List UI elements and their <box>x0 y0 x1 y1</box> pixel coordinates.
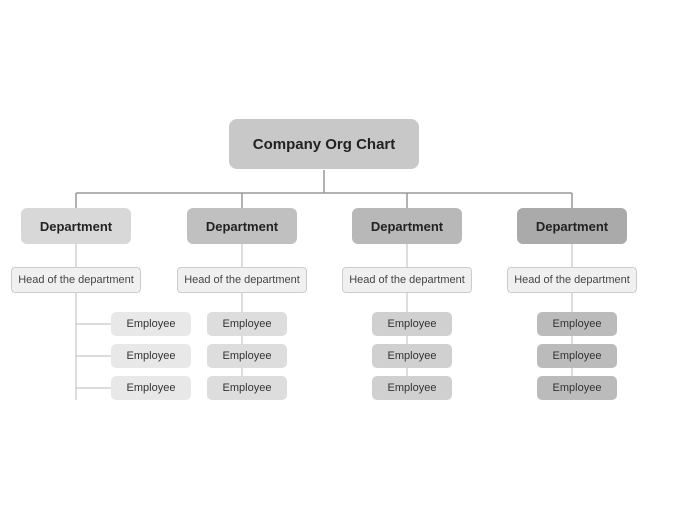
connector-lines <box>0 0 696 520</box>
dept4-emp2: Employee <box>537 344 617 368</box>
title-label: Company Org Chart <box>253 136 396 153</box>
dept2-emp1-label: Employee <box>223 318 272 330</box>
org-chart: Company Org Chart Department Head of the… <box>0 0 696 520</box>
dept2-emp1: Employee <box>207 312 287 336</box>
dept1-emp3: Employee <box>111 376 191 400</box>
dept2-emp3-label: Employee <box>223 382 272 394</box>
dept4-emp2-label: Employee <box>553 350 602 362</box>
dept4-emp1-label: Employee <box>553 318 602 330</box>
dept2-label: Department <box>206 219 278 234</box>
dept3-emp1: Employee <box>372 312 452 336</box>
dept1-node: Department <box>21 208 131 244</box>
title-node: Company Org Chart <box>229 119 419 169</box>
dept4-label: Department <box>536 219 608 234</box>
dept2-head: Head of the department <box>177 267 307 293</box>
dept3-emp3-label: Employee <box>388 382 437 394</box>
dept4-head: Head of the department <box>507 267 637 293</box>
dept3-emp3: Employee <box>372 376 452 400</box>
dept3-node: Department <box>352 208 462 244</box>
dept2-emp3: Employee <box>207 376 287 400</box>
dept2-emp2: Employee <box>207 344 287 368</box>
dept2-emp2-label: Employee <box>223 350 272 362</box>
dept3-emp1-label: Employee <box>388 318 437 330</box>
dept3-label: Department <box>371 219 443 234</box>
dept1-emp2-label: Employee <box>127 350 176 362</box>
dept3-head: Head of the department <box>342 267 472 293</box>
dept1-emp1: Employee <box>111 312 191 336</box>
dept1-head-label: Head of the department <box>18 274 134 286</box>
dept3-emp2-label: Employee <box>388 350 437 362</box>
dept4-emp3-label: Employee <box>553 382 602 394</box>
dept1-emp1-label: Employee <box>127 318 176 330</box>
dept2-head-label: Head of the department <box>184 274 300 286</box>
dept1-emp3-label: Employee <box>127 382 176 394</box>
dept4-emp1: Employee <box>537 312 617 336</box>
dept4-head-label: Head of the department <box>514 274 630 286</box>
dept3-emp2: Employee <box>372 344 452 368</box>
dept3-head-label: Head of the department <box>349 274 465 286</box>
dept4-emp3: Employee <box>537 376 617 400</box>
dept1-label: Department <box>40 219 112 234</box>
dept1-head: Head of the department <box>11 267 141 293</box>
dept4-node: Department <box>517 208 627 244</box>
dept2-node: Department <box>187 208 297 244</box>
dept1-emp2: Employee <box>111 344 191 368</box>
